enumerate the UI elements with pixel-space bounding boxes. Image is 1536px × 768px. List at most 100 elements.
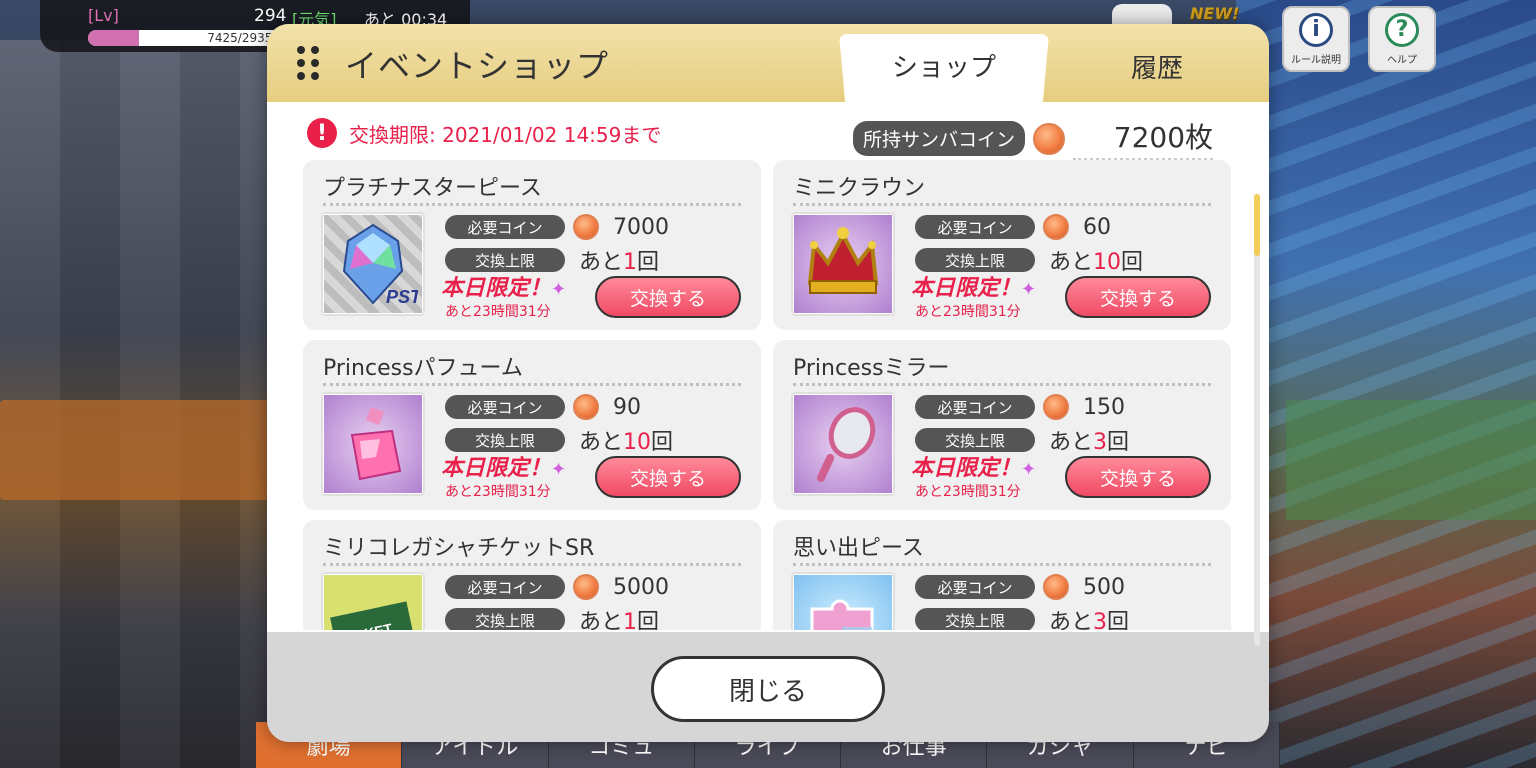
hand-mirror-icon xyxy=(816,407,876,482)
coin-amount: 7200枚 xyxy=(1073,116,1214,161)
item-thumbnail xyxy=(791,212,895,316)
rules-button[interactable]: i ルール説明 xyxy=(1282,6,1350,72)
question-icon: ? xyxy=(1385,12,1419,47)
divider xyxy=(793,203,1211,206)
coin-icon xyxy=(1043,574,1069,600)
exchange-limit-value: あと10回 xyxy=(579,430,674,455)
today-limited-label: 本日限定！✦ xyxy=(911,456,1037,481)
exchange-limit-label: 交換上限 xyxy=(445,608,565,630)
item-name: Princessパフューム xyxy=(323,356,523,381)
drag-handle-icon[interactable] xyxy=(297,46,319,80)
exchange-limit-label: 交換上限 xyxy=(915,608,1035,630)
item-cost: 90 xyxy=(613,394,641,420)
required-coin-row: 必要コイン 500 xyxy=(915,574,1125,600)
deadline-text: 交換期限: 2021/01/02 14:59まで xyxy=(349,122,662,147)
required-coin-label: 必要コイン xyxy=(915,575,1035,599)
close-button[interactable]: 閉じる xyxy=(651,656,885,722)
item-name: プラチナスターピース xyxy=(323,176,542,201)
level-label: [Lv] xyxy=(88,6,119,25)
exchange-button[interactable]: 交換する xyxy=(595,276,741,318)
exchange-limit-label: 交換上限 xyxy=(445,248,565,272)
today-limited-label: 本日限定！✦ xyxy=(441,456,567,481)
modal-title: イベントショップ xyxy=(345,47,610,85)
exchange-limit-value: あと3回 xyxy=(1049,610,1130,630)
required-coin-label: 必要コイン xyxy=(445,395,565,419)
shop-item-card: プラチナスターピース PST 必要コイン 7000 交換上限 あと1回 本日限定… xyxy=(303,160,761,330)
exchange-button[interactable]: 交換する xyxy=(1065,276,1211,318)
coin-label: 所持サンバコイン xyxy=(853,121,1026,156)
exp-bar-fill xyxy=(88,30,139,46)
today-limited-label: 本日限定！✦ xyxy=(441,276,567,301)
required-coin-row: 必要コイン 90 xyxy=(445,394,641,420)
puzzle-piece-icon xyxy=(810,599,874,630)
crown-icon xyxy=(807,227,879,294)
coin-icon xyxy=(573,394,599,420)
divider xyxy=(323,203,741,206)
item-thumbnail xyxy=(321,392,425,496)
modal-body: ! 交換期限: 2021/01/02 14:59まで 所持サンバコイン 7200… xyxy=(267,102,1269,646)
required-coin-label: 必要コイン xyxy=(915,215,1035,239)
item-name: ミリコレガシャチケットSR xyxy=(323,536,595,561)
new-badge: NEW! xyxy=(1190,4,1240,23)
help-label: ヘルプ xyxy=(1387,54,1417,66)
required-coin-label: 必要コイン xyxy=(445,575,565,599)
coin-icon xyxy=(1043,214,1069,240)
tab-shop[interactable]: ショップ xyxy=(839,34,1049,104)
coin-icon xyxy=(573,574,599,600)
exchange-button[interactable]: 交換する xyxy=(595,456,741,498)
divider xyxy=(793,563,1211,566)
required-coin-row: 必要コイン 7000 xyxy=(445,214,669,240)
item-name: 思い出ピース xyxy=(793,536,924,561)
exchange-limit-label: 交換上限 xyxy=(915,248,1035,272)
exchange-limit-row: 交換上限 あと1回 xyxy=(445,604,659,630)
coin-icon xyxy=(1043,394,1069,420)
exchange-limit-value: あと3回 xyxy=(1049,430,1130,455)
time-remaining: あと23時間31分 xyxy=(445,304,551,320)
divider xyxy=(323,383,741,386)
exchange-limit-value: あと1回 xyxy=(579,250,660,275)
level-value: 294 xyxy=(254,6,287,26)
scrollbar-thumb[interactable] xyxy=(1254,194,1260,256)
info-icon: i xyxy=(1299,12,1333,47)
exp-bar: 7425/29350 xyxy=(88,30,288,46)
exchange-limit-value: あと1回 xyxy=(579,610,660,630)
exchange-limit-label: 交換上限 xyxy=(445,428,565,452)
today-limited-label: 本日限定！✦ xyxy=(911,276,1037,301)
required-coin-label: 必要コイン xyxy=(915,395,1035,419)
scrollbar[interactable] xyxy=(1254,194,1260,646)
coin-icon xyxy=(1033,122,1066,155)
required-coin-label: 必要コイン xyxy=(445,215,565,239)
perfume-bottle-icon xyxy=(350,407,402,481)
exchange-deadline: ! 交換期限: 2021/01/02 14:59まで xyxy=(307,118,661,148)
item-thumbnail: TICKET xyxy=(321,572,425,630)
background-sign-right xyxy=(1286,400,1536,520)
time-remaining: あと23時間31分 xyxy=(915,484,1021,500)
item-cost: 60 xyxy=(1083,214,1111,240)
item-thumbnail xyxy=(791,572,895,630)
time-remaining: あと23時間31分 xyxy=(915,304,1021,320)
item-cost: 150 xyxy=(1083,394,1125,420)
tab-history[interactable]: 履歴 xyxy=(1057,38,1257,94)
modal-header: イベントショップ ショップ 履歴 xyxy=(267,24,1269,104)
event-shop-modal: イベントショップ ショップ 履歴 ! 交換期限: 2021/01/02 14:5… xyxy=(267,24,1269,742)
background-sign-left xyxy=(0,400,270,500)
exchange-button[interactable]: 交換する xyxy=(1065,456,1211,498)
shop-item-card: Princessパフューム 必要コイン 90 交換上限 あと10回 本日限定！✦… xyxy=(303,340,761,510)
item-name: Princessミラー xyxy=(793,356,950,381)
shop-item-card: 思い出ピース 必要コイン 500 交換上限 あと3回 xyxy=(773,520,1231,630)
exclamation-icon: ! xyxy=(307,118,337,148)
required-coin-row: 必要コイン 150 xyxy=(915,394,1125,420)
coin-balance: 所持サンバコイン 7200枚 xyxy=(853,116,1214,161)
item-thumbnail xyxy=(791,392,895,496)
shop-item-card: ミニクラウン 必要コイン 60 交換上限 あと10回 本日限定！✦ あと23時間… xyxy=(773,160,1231,330)
shop-item-card: Princessミラー 必要コイン 150 交換上限 あと3回 本日限定！✦ あ… xyxy=(773,340,1231,510)
svg-text:PST: PST xyxy=(386,287,418,307)
item-cost: 500 xyxy=(1083,574,1125,600)
coin-icon xyxy=(573,214,599,240)
rules-label: ルール説明 xyxy=(1291,54,1341,66)
exchange-limit-label: 交換上限 xyxy=(915,428,1035,452)
help-button[interactable]: ? ヘルプ xyxy=(1368,6,1436,72)
divider xyxy=(793,383,1211,386)
item-name: ミニクラウン xyxy=(793,176,926,201)
background-right xyxy=(1236,0,1536,768)
